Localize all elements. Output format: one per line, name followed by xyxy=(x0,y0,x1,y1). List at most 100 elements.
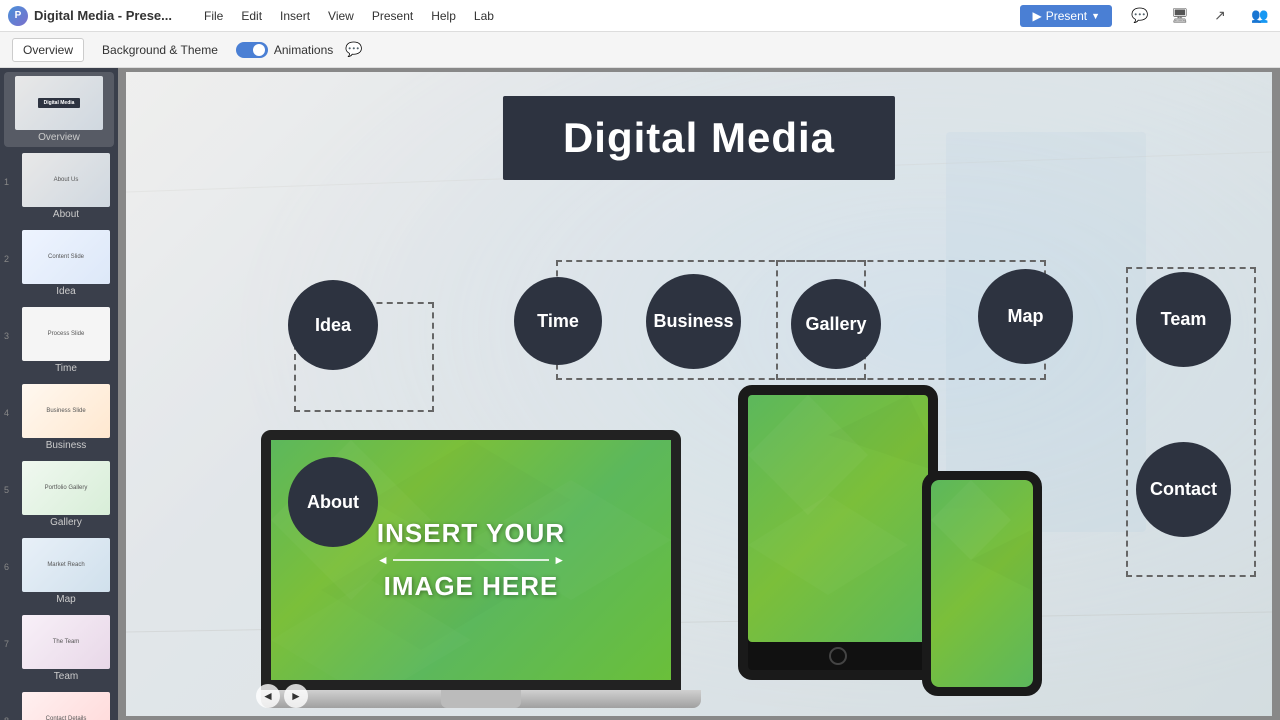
thumb-overview-label: Overview xyxy=(38,132,80,143)
circle-contact[interactable]: Contact xyxy=(1136,442,1231,537)
slide-row-3: 3 Process Slide Time xyxy=(4,303,114,378)
present-label: Present xyxy=(1046,9,1087,23)
phone-screen xyxy=(931,480,1033,687)
thumb-time-image: Process Slide xyxy=(22,307,110,361)
share-icon[interactable]: ↗ xyxy=(1208,4,1232,28)
main-area: Digital Media Overview 1 About Us About … xyxy=(0,68,1280,720)
tab-overview[interactable]: Overview xyxy=(12,38,84,62)
thumb-map-label: Map xyxy=(56,594,75,605)
slide-thumb-gallery[interactable]: Portfolio Gallery Gallery xyxy=(18,457,114,532)
thumb-time-label: Time xyxy=(55,363,77,374)
animations-label: Animations xyxy=(274,43,333,57)
insert-text-block: INSERT YOUR ◄ ► IMAGE HERE xyxy=(377,518,565,602)
present-button[interactable]: ▶ Present ▼ xyxy=(1020,5,1112,27)
menu-view[interactable]: View xyxy=(320,5,362,27)
menu-file[interactable]: File xyxy=(196,5,231,27)
nav-prev-arrow[interactable]: ◄ xyxy=(256,684,280,708)
animations-toggle[interactable] xyxy=(236,42,268,58)
circle-time[interactable]: Time xyxy=(514,277,602,365)
thumb-about-image: About Us xyxy=(22,153,110,207)
circle-gallery[interactable]: Gallery xyxy=(791,279,881,369)
slide-thumb-map[interactable]: Market Reach Map xyxy=(18,534,114,609)
monitor-icon[interactable]: 🖥 xyxy=(1168,4,1192,28)
slide-thumb-time[interactable]: Process Slide Time xyxy=(18,303,114,378)
circle-business[interactable]: Business xyxy=(646,274,741,369)
thumb-business-label: Business xyxy=(46,440,87,451)
users-icon[interactable]: 👥 xyxy=(1248,4,1272,28)
toolbar: Overview Background & Theme Animations 💬 xyxy=(0,32,1280,68)
thumb-gallery-label: Gallery xyxy=(50,517,82,528)
chat-icon[interactable]: 💬 xyxy=(1128,4,1152,28)
thumb-contact-image: Contact Details xyxy=(22,692,110,720)
navigation-arrows: ◄ ► xyxy=(256,684,308,708)
menu-help[interactable]: Help xyxy=(423,5,464,27)
circle-idea[interactable]: Idea xyxy=(288,280,378,370)
tab-background-theme[interactable]: Background & Theme xyxy=(92,39,228,61)
circle-time-label: Time xyxy=(537,311,579,332)
menu-edit[interactable]: Edit xyxy=(233,5,270,27)
thumb-business-image: Business Slide xyxy=(22,384,110,438)
slide-thumb-team[interactable]: The Team Team xyxy=(18,611,114,686)
phone-polygon-pattern xyxy=(931,480,1033,687)
circle-team[interactable]: Team xyxy=(1136,272,1231,367)
tablet-screen xyxy=(748,395,928,642)
slide-row-2: 2 Content Slide Idea xyxy=(4,226,114,301)
menu-present[interactable]: Present xyxy=(364,5,421,27)
circle-business-label: Business xyxy=(653,311,733,332)
slide-title: Digital Media xyxy=(503,96,895,180)
slide-thumb-business[interactable]: Business Slide Business xyxy=(18,380,114,455)
insert-line2: IMAGE HERE xyxy=(377,571,565,602)
top-bar: P Digital Media - Prese... File Edit Ins… xyxy=(0,0,1280,32)
slide-canvas[interactable]: Digital Media Idea Time Business Gallery xyxy=(126,72,1272,716)
thumb-overview-image: Digital Media xyxy=(15,76,103,130)
slide-number-7: 7 xyxy=(4,639,16,649)
circle-idea-label: Idea xyxy=(315,315,351,336)
circle-team-label: Team xyxy=(1161,309,1207,330)
slide-thumb-overview[interactable]: Digital Media Overview xyxy=(4,72,114,147)
slide-thumb-contact[interactable]: Contact Details Contact xyxy=(18,688,114,720)
arrow-container: ◄ ► xyxy=(377,553,565,567)
slide-row-5: 5 Portfolio Gallery Gallery xyxy=(4,457,114,532)
thumb-team-label: Team xyxy=(54,671,78,682)
tablet-polygon-pattern xyxy=(748,395,928,642)
thumb-overview-title: Digital Media xyxy=(38,98,81,108)
present-dropdown-arrow: ▼ xyxy=(1091,11,1100,21)
slide-thumb-idea[interactable]: Content Slide Idea xyxy=(18,226,114,301)
menu-lab[interactable]: Lab xyxy=(466,5,502,27)
nav-next-arrow[interactable]: ► xyxy=(284,684,308,708)
thumb-map-image: Market Reach xyxy=(22,538,110,592)
canvas-area: Digital Media Idea Time Business Gallery xyxy=(118,68,1280,720)
thumb-about-label: About xyxy=(53,209,79,220)
slide-row-4: 4 Business Slide Business xyxy=(4,380,114,455)
menu-insert[interactable]: Insert xyxy=(272,5,318,27)
sidebar: Digital Media Overview 1 About Us About … xyxy=(0,68,118,720)
slide-row-7: 7 The Team Team xyxy=(4,611,114,686)
thumb-gallery-image: Portfolio Gallery xyxy=(22,461,110,515)
slide-row-8: 8 Contact Details Contact xyxy=(4,688,114,720)
circle-gallery-label: Gallery xyxy=(805,314,866,335)
slide-number-2: 2 xyxy=(4,254,16,264)
app-title: Digital Media - Prese... xyxy=(34,8,172,23)
circle-about-label: About xyxy=(307,492,359,513)
arrow-left-icon: ◄ xyxy=(377,553,389,567)
animations-toggle-group: Animations xyxy=(236,42,333,58)
circle-about[interactable]: About xyxy=(288,457,378,547)
slide-thumb-about[interactable]: About Us About xyxy=(18,149,114,224)
slide-number-5: 5 xyxy=(4,485,16,495)
menu-bar: File Edit Insert View Present Help Lab xyxy=(196,5,502,27)
toolbar-comment-icon[interactable]: 💬 xyxy=(345,41,362,58)
circle-map[interactable]: Map xyxy=(978,269,1073,364)
laptop-notch xyxy=(441,690,521,708)
laptop-base xyxy=(261,690,701,708)
circle-map-label: Map xyxy=(1008,306,1044,327)
tablet-home-button xyxy=(829,647,847,665)
insert-line1: INSERT YOUR xyxy=(377,518,565,549)
slide-row-6: 6 Market Reach Map xyxy=(4,534,114,609)
slide-number-1: 1 xyxy=(4,177,16,187)
app-logo: P Digital Media - Prese... xyxy=(8,6,172,26)
arrow-right-icon: ► xyxy=(553,553,565,567)
slide-number-4: 4 xyxy=(4,408,16,418)
thumb-idea-label: Idea xyxy=(56,286,75,297)
circle-contact-label: Contact xyxy=(1150,479,1217,500)
slide-number-3: 3 xyxy=(4,331,16,341)
